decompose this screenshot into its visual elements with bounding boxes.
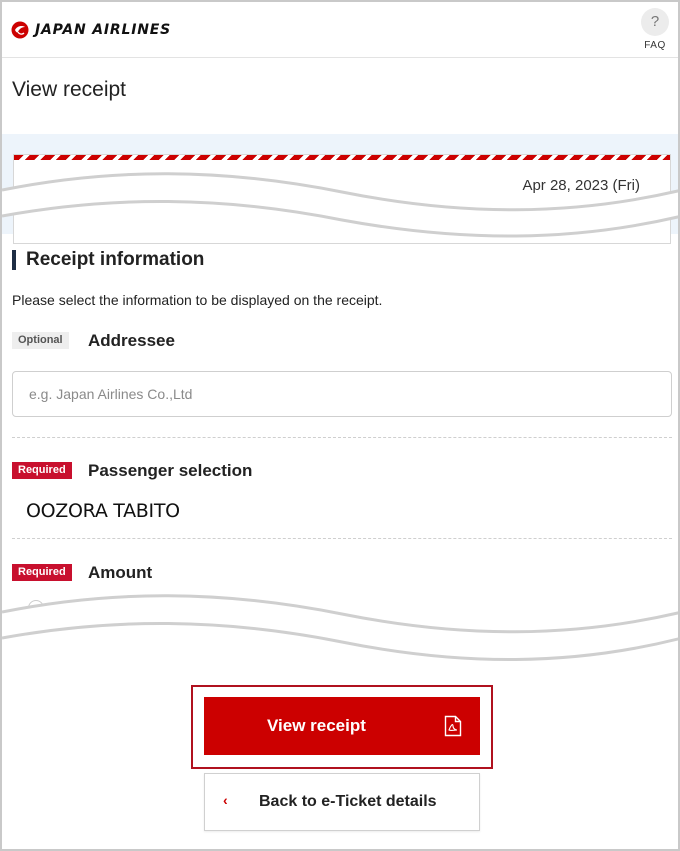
page-title: View receipt: [12, 78, 127, 101]
required-badge: Required: [12, 462, 72, 479]
passenger-selection-label: Passenger selection: [88, 461, 253, 480]
pdf-file-icon: [444, 715, 462, 737]
addressee-label: Addressee: [88, 331, 175, 350]
site-header: JAPAN AIRLINES ? FAQ: [2, 2, 678, 58]
view-receipt-button-label: View receipt: [267, 716, 366, 735]
card-stripe: [14, 155, 670, 160]
field-divider: [12, 538, 672, 539]
back-button-label: Back to e-Ticket details: [259, 793, 437, 810]
section-accent-bar: [12, 250, 16, 270]
optional-badge: Optional: [12, 332, 69, 349]
content-break-wave-top: [2, 172, 678, 238]
faq-label: FAQ: [644, 40, 666, 51]
back-to-eticket-button[interactable]: ‹ Back to e-Ticket details: [204, 773, 480, 831]
receipt-information-heading: Receipt information: [26, 249, 205, 270]
field-divider: [12, 437, 672, 438]
amount-label: Amount: [88, 563, 153, 582]
chevron-left-icon: ‹: [223, 792, 228, 808]
page-frame: JAPAN AIRLINES ? FAQ View receipt Apr 28…: [0, 0, 680, 851]
addressee-input[interactable]: [12, 371, 672, 417]
passenger-name[interactable]: OOZORA TABITO: [26, 500, 180, 522]
brand-name: JAPAN AIRLINES: [35, 22, 171, 38]
faq-link[interactable]: ? FAQ: [640, 8, 670, 51]
content-break-wave-bottom: [2, 594, 678, 668]
question-mark-icon: ?: [641, 8, 669, 36]
required-badge: Required: [12, 564, 72, 581]
view-receipt-button[interactable]: View receipt: [204, 697, 480, 755]
crane-logo-icon: [11, 21, 29, 39]
receipt-instruction: Please select the information to be disp…: [12, 292, 383, 308]
jal-logo[interactable]: JAPAN AIRLINES: [11, 21, 171, 39]
